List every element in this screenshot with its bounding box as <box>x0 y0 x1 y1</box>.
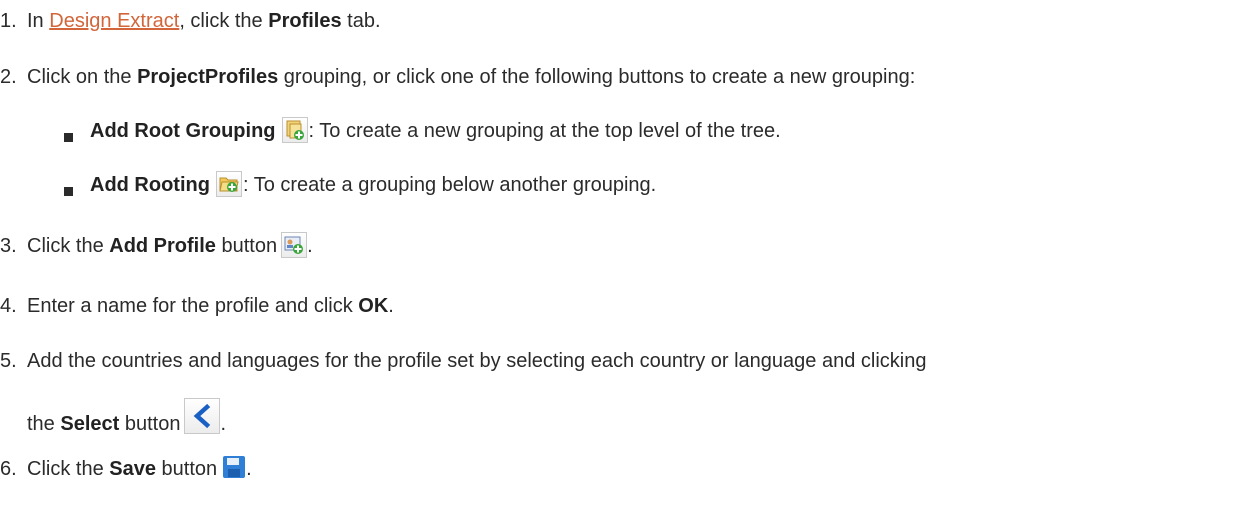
add-grouping-icon <box>215 171 242 197</box>
step-5-continued: the Select button . <box>27 398 226 438</box>
step-number: 1. <box>0 10 17 32</box>
instructions-document: 1. In Design Extract, click the Profiles… <box>0 0 1242 510</box>
profiles-tab-label: Profiles <box>268 10 342 32</box>
step-number: 6. <box>0 458 17 480</box>
add-root-grouping-label: Add Root Grouping <box>90 120 276 142</box>
add-profile-label: Add Profile <box>109 235 216 257</box>
select-left-arrow-icon <box>184 398 221 434</box>
step-number: 2. <box>0 66 17 88</box>
save-icon <box>222 455 246 487</box>
save-label: Save <box>109 458 156 480</box>
add-root-grouping-icon <box>281 117 308 143</box>
design-extract-link[interactable]: Design Extract <box>49 10 179 32</box>
projectprofiles-label: ProjectProfiles <box>137 66 279 88</box>
bullet-marker <box>64 187 73 196</box>
select-label: Select <box>60 413 120 435</box>
add-rooting-label: Add Rooting <box>90 174 210 196</box>
step-number: 4. <box>0 295 17 317</box>
step-number: 5. <box>0 350 17 372</box>
add-profile-icon <box>281 232 308 258</box>
step-number: 3. <box>0 235 17 257</box>
bullet-marker <box>64 133 73 142</box>
bullet-add-root-grouping: Add Root Grouping : To create a new grou… <box>90 117 781 145</box>
bullet-add-rooting: Add Rooting : To create a grouping below… <box>90 171 656 199</box>
ok-label: OK <box>358 295 389 317</box>
